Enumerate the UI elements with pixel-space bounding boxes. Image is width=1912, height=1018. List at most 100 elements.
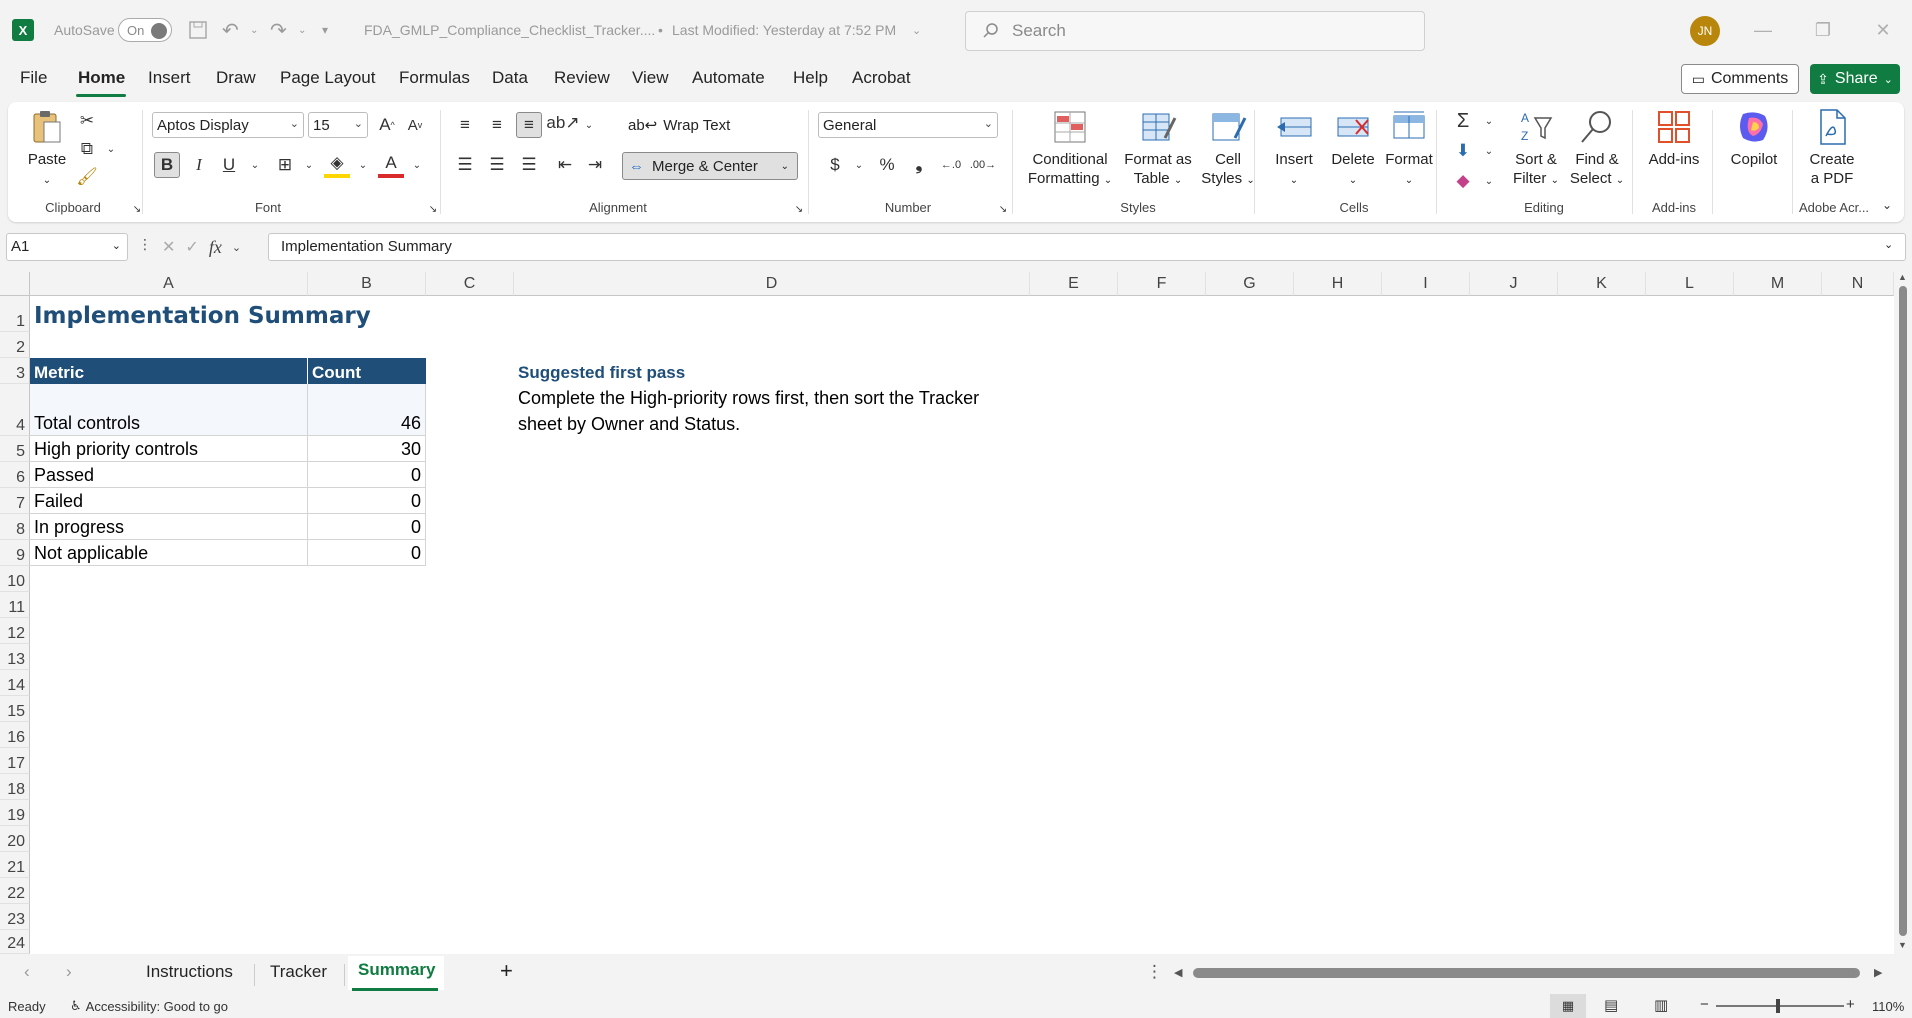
customize-qat-icon[interactable]: ▾	[322, 0, 328, 60]
ribbon-collapse-icon[interactable]: ⌄	[1874, 192, 1900, 218]
clear-icon[interactable]: ◆	[1450, 168, 1476, 194]
table-cell-metric[interactable]: High priority controls	[30, 436, 308, 462]
borders-icon[interactable]: ⊞	[272, 152, 298, 178]
currency-icon[interactable]: $	[822, 152, 848, 178]
normal-view-icon[interactable]: ▦	[1550, 994, 1586, 1018]
format-painter-icon[interactable]: 🖌	[74, 164, 100, 190]
row-header[interactable]: 7	[0, 488, 30, 514]
redo-icon[interactable]: ↷	[270, 0, 287, 60]
column-header-c[interactable]: C	[426, 272, 514, 296]
expand-formula-icon[interactable]: ⌄	[1884, 238, 1893, 251]
row-header[interactable]: 23	[0, 904, 30, 930]
percent-icon[interactable]: %	[874, 152, 900, 178]
add-sheet-icon[interactable]: +	[500, 958, 513, 984]
table-cell-metric[interactable]: Total controls	[30, 384, 308, 436]
note-line-2[interactable]: sheet by Owner and Status.	[514, 410, 744, 436]
paste-button[interactable]: Paste ⌄	[24, 108, 70, 190]
formula-input[interactable]: Implementation Summary	[268, 233, 1906, 261]
menu-acrobat[interactable]: Acrobat	[852, 68, 911, 88]
name-box[interactable]: A1 ⌄	[6, 233, 128, 261]
menu-draw[interactable]: Draw	[216, 68, 256, 88]
row-header[interactable]: 19	[0, 800, 30, 826]
table-cell-count[interactable]: 0	[308, 488, 426, 514]
autosave-toggle[interactable]: On	[118, 18, 172, 42]
enter-icon[interactable]: ✓	[185, 237, 198, 257]
comments-button[interactable]: ▭ Comments	[1681, 64, 1799, 94]
row-header[interactable]: 11	[0, 592, 30, 618]
sort-filter-button[interactable]: AZ Sort & Filter ⌄	[1506, 108, 1566, 190]
table-cell-count[interactable]: 30	[308, 436, 426, 462]
create-pdf-button[interactable]: Create a PDF	[1800, 108, 1864, 188]
align-top-icon[interactable]: ≡	[452, 112, 478, 138]
row-header[interactable]: 1	[0, 296, 30, 332]
tab-instructions[interactable]: Instructions	[146, 962, 233, 982]
column-header-h[interactable]: H	[1294, 272, 1382, 296]
row-header[interactable]: 4	[0, 384, 30, 436]
format-cells-button[interactable]: Format ⌄	[1380, 108, 1438, 190]
column-header-n[interactable]: N	[1822, 272, 1894, 296]
row-header[interactable]: 9	[0, 540, 30, 566]
insert-function-button[interactable]: fx	[209, 237, 222, 258]
menu-file[interactable]: File	[20, 68, 47, 88]
copilot-button[interactable]: Copilot	[1720, 108, 1788, 169]
font-color-icon[interactable]: A	[378, 152, 404, 178]
menu-home[interactable]: Home	[78, 68, 125, 88]
underline-dropdown-icon[interactable]: ⌄	[242, 152, 268, 178]
row-header[interactable]: 3	[0, 358, 30, 384]
orientation-icon[interactable]: ab↗	[546, 110, 579, 136]
table-cell-count[interactable]: 0	[308, 540, 426, 566]
note-line-1[interactable]: Complete the High-priority rows first, t…	[514, 384, 983, 410]
last-modified[interactable]: Last Modified: Yesterday at 7:52 PM	[672, 0, 896, 60]
menu-review[interactable]: Review	[554, 68, 610, 88]
hscroll-left-icon[interactable]: ◀	[1174, 966, 1182, 979]
menu-formulas[interactable]: Formulas	[399, 68, 470, 88]
page-layout-view-icon[interactable]: ▤	[1604, 996, 1618, 1014]
vertical-scroll-thumb[interactable]	[1899, 286, 1907, 936]
accessibility-status[interactable]: ♿ Accessibility: Good to go	[70, 998, 228, 1014]
fill-icon[interactable]: ⬇	[1450, 138, 1476, 164]
align-right-icon[interactable]: ☰	[516, 152, 542, 178]
menu-insert[interactable]: Insert	[148, 68, 191, 88]
share-button[interactable]: ⇪ Share ⌄	[1810, 64, 1900, 94]
align-middle-icon[interactable]: ≡	[484, 112, 510, 138]
font-color-dropdown-icon[interactable]: ⌄	[404, 152, 430, 178]
zoom-in-icon[interactable]: +	[1846, 996, 1855, 1013]
table-cell-metric[interactable]: Passed	[30, 462, 308, 488]
more-options-icon[interactable]: ⋮	[138, 236, 152, 253]
italic-button[interactable]: I	[186, 152, 212, 178]
cut-icon[interactable]: ✂	[74, 108, 100, 134]
undo-dropdown-icon[interactable]: ⌄	[250, 0, 258, 60]
scroll-up-icon[interactable]: ▲	[1898, 272, 1907, 282]
tab-tracker[interactable]: Tracker	[270, 962, 327, 982]
number-format-select[interactable]: General ⌄	[818, 112, 998, 138]
zoom-out-icon[interactable]: −	[1700, 996, 1709, 1013]
merge-center-button[interactable]: ⇔ Merge & Center ⌄	[622, 152, 798, 180]
copy-dropdown-icon[interactable]: ⌄	[98, 136, 124, 162]
table-cell-metric[interactable]: In progress	[30, 514, 308, 540]
row-header[interactable]: 6	[0, 462, 30, 488]
page-break-view-icon[interactable]: ▥	[1654, 996, 1668, 1014]
menu-view[interactable]: View	[632, 68, 669, 88]
minimize-icon[interactable]: —	[1746, 14, 1780, 46]
row-header[interactable]: 18	[0, 774, 30, 800]
column-header-i[interactable]: I	[1382, 272, 1470, 296]
worksheet-grid[interactable]: A B C D E F G H I J K L M N 1 2 3 4 5 6 …	[0, 272, 1912, 954]
conditional-formatting-button[interactable]: Conditional Formatting ⌄	[1022, 108, 1118, 190]
zoom-level[interactable]: 110%	[1872, 999, 1904, 1014]
fill-color-dropdown-icon[interactable]: ⌄	[350, 152, 376, 178]
row-header[interactable]: 5	[0, 436, 30, 462]
row-header[interactable]: 12	[0, 618, 30, 644]
select-all-corner[interactable]	[0, 272, 30, 296]
comma-style-icon[interactable]: ❟	[906, 152, 932, 178]
row-header[interactable]: 13	[0, 644, 30, 670]
font-size-select[interactable]: 15 ⌄	[308, 112, 368, 138]
undo-icon[interactable]: ↶	[222, 0, 239, 60]
column-header-a[interactable]: A	[30, 272, 308, 296]
menu-data[interactable]: Data	[492, 68, 528, 88]
chevron-down-icon[interactable]: ⌄	[232, 241, 241, 254]
horizontal-scroll-thumb[interactable]	[1193, 968, 1860, 978]
decrease-font-icon[interactable]: Av	[402, 112, 428, 138]
increase-indent-icon[interactable]: ⇥	[582, 152, 608, 178]
avatar[interactable]: JN	[1690, 16, 1720, 46]
table-cell-metric[interactable]: Failed	[30, 488, 308, 514]
